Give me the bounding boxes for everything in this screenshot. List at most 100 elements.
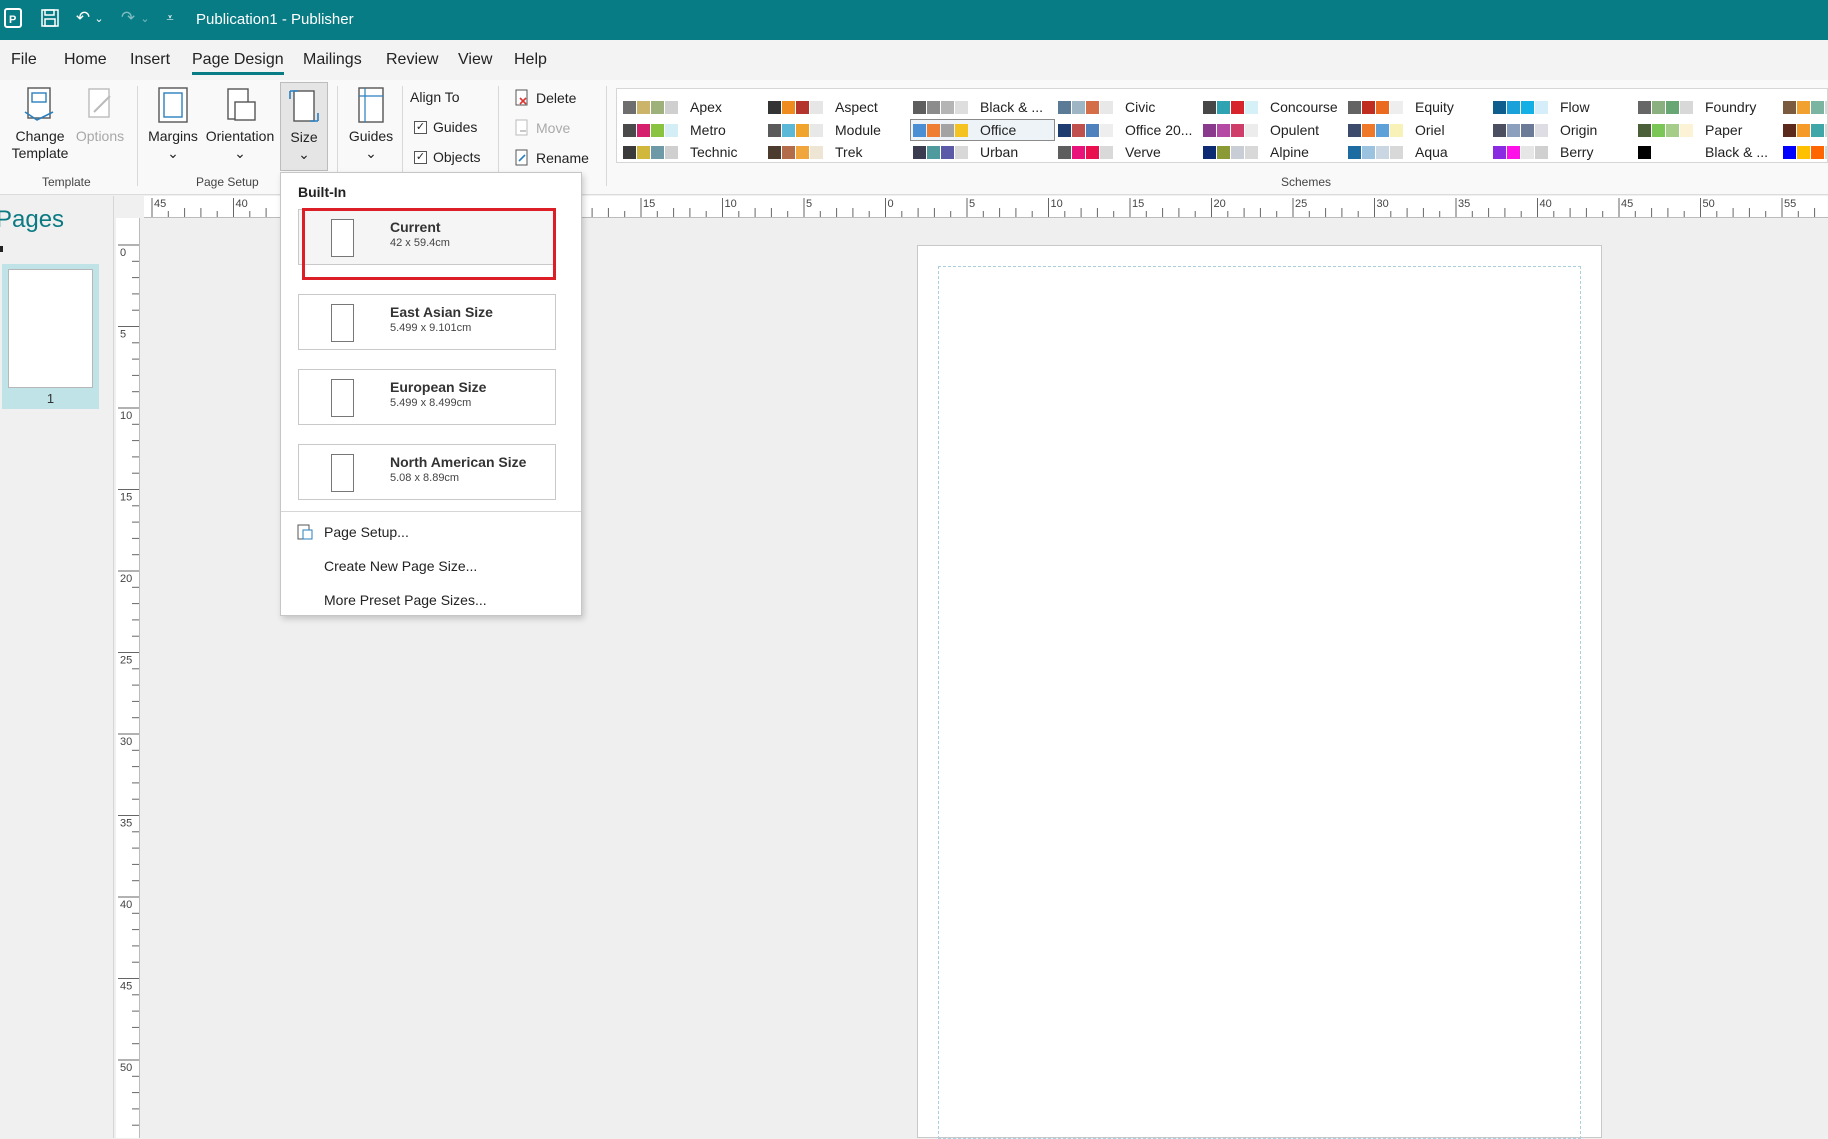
- guides-checkbox-label: Guides: [433, 119, 478, 135]
- create-new-page-size-menu-item[interactable]: Create New Page Size...: [281, 551, 581, 581]
- color-scheme-option[interactable]: Trek: [768, 142, 862, 162]
- publisher-app-icon[interactable]: P: [0, 5, 26, 31]
- color-swatch: [1638, 100, 1651, 114]
- page-size-preview-icon: [331, 379, 354, 417]
- color-scheme-option[interactable]: Verve: [1058, 142, 1161, 162]
- size-option-north-american[interactable]: North American Size 5.08 x 8.89cm: [298, 444, 556, 500]
- color-swatch: [1072, 100, 1085, 114]
- guides-check-icon: ✓: [414, 120, 427, 134]
- tab-review[interactable]: Review: [386, 51, 438, 69]
- size-option-name: European Size: [390, 379, 487, 395]
- guides-button[interactable]: Guides ⌄: [345, 86, 397, 162]
- color-scheme-option[interactable]: Module: [768, 120, 881, 140]
- color-scheme-option[interactable]: Origin: [1493, 120, 1597, 140]
- color-scheme-option[interactable]: Aspect: [768, 97, 878, 117]
- size-option-current[interactable]: Current 42 x 59.4cm: [298, 209, 556, 265]
- color-scheme-name: Civic: [1125, 99, 1156, 115]
- color-swatch: [1493, 123, 1506, 137]
- delete-label: Delete: [536, 90, 577, 106]
- color-scheme-option[interactable]: [1783, 97, 1828, 117]
- rename-page-button[interactable]: Rename: [514, 149, 589, 167]
- color-scheme-option[interactable]: Paper: [1638, 120, 1742, 140]
- color-scheme-name: Paper: [1705, 122, 1743, 138]
- color-scheme-option[interactable]: Office: [910, 119, 1055, 141]
- color-scheme-option[interactable]: Black & ...: [1638, 142, 1768, 162]
- color-scheme-option[interactable]: Oriel: [1348, 120, 1445, 140]
- color-swatch: [796, 145, 809, 159]
- tab-view[interactable]: View: [458, 51, 492, 69]
- guides-checkbox[interactable]: ✓ Guides: [414, 119, 477, 135]
- options-icon: [88, 88, 111, 118]
- tab-help[interactable]: Help: [514, 51, 547, 69]
- save-icon[interactable]: [37, 5, 63, 31]
- color-swatch: [1680, 145, 1693, 159]
- size-option-east-asian[interactable]: East Asian Size 5.499 x 9.101cm: [298, 294, 556, 350]
- page-setup-menu-item[interactable]: Page Setup...: [281, 517, 581, 547]
- tab-page-design[interactable]: Page Design: [192, 51, 284, 75]
- color-scheme-name: Opulent: [1270, 122, 1320, 138]
- create-new-page-size-label: Create New Page Size...: [324, 558, 478, 574]
- color-scheme-option[interactable]: Metro: [623, 120, 726, 140]
- color-scheme-option[interactable]: Urban: [913, 142, 1018, 162]
- color-scheme-name: Office 20...: [1125, 122, 1193, 138]
- color-scheme-option[interactable]: Foundry: [1638, 97, 1756, 117]
- color-scheme-option[interactable]: Technic: [623, 142, 737, 162]
- guides-label: Guides: [348, 128, 394, 144]
- orientation-button[interactable]: Orientation ⌄: [202, 86, 278, 162]
- more-preset-page-sizes-menu-item[interactable]: More Preset Page Sizes...: [281, 585, 581, 615]
- color-swatch: [1231, 123, 1244, 137]
- margins-button[interactable]: Margins ⌄: [144, 86, 202, 162]
- tab-file[interactable]: File: [11, 51, 37, 69]
- customize-quick-access-icon[interactable]: ⩡: [161, 5, 179, 31]
- tab-home[interactable]: Home: [64, 51, 107, 69]
- color-scheme-option[interactable]: Aqua: [1348, 142, 1448, 162]
- ruler-label: 0: [120, 247, 126, 259]
- color-swatch: [1811, 145, 1824, 159]
- tab-mailings[interactable]: Mailings: [303, 51, 362, 69]
- color-scheme-option[interactable]: Berry: [1493, 142, 1593, 162]
- color-scheme-option[interactable]: Office 20...: [1058, 120, 1192, 140]
- delete-page-button[interactable]: Delete: [514, 89, 576, 107]
- color-swatch: [1652, 123, 1665, 137]
- color-swatch: [1376, 145, 1389, 159]
- menu-divider: [281, 511, 581, 512]
- vertical-ruler[interactable]: 0 5 10 15 20 25 30 35 40 45 50: [116, 218, 140, 1138]
- color-scheme-option[interactable]: Black & ...: [913, 97, 1043, 117]
- guides-chevron-icon: ⌄: [365, 145, 377, 161]
- color-swatch: [1100, 145, 1113, 159]
- page-thumbnail-1[interactable]: 1: [2, 264, 99, 409]
- size-option-european[interactable]: European Size 5.499 x 8.499cm: [298, 369, 556, 425]
- color-scheme-option[interactable]: Equity: [1348, 97, 1454, 117]
- color-scheme-option[interactable]: Alpine: [1203, 142, 1309, 162]
- change-template-button[interactable]: Change Template: [6, 86, 74, 162]
- color-swatch: [768, 123, 781, 137]
- color-scheme-option[interactable]: Civic: [1058, 97, 1155, 117]
- color-scheme-option[interactable]: Opulent: [1203, 120, 1319, 140]
- color-swatch: [1086, 100, 1099, 114]
- objects-checkbox[interactable]: ✓ Objects: [414, 149, 480, 165]
- guides-icon: [358, 87, 384, 123]
- color-scheme-option[interactable]: [1783, 120, 1828, 140]
- color-scheme-option[interactable]: Concourse: [1203, 97, 1338, 117]
- size-option-dimensions: 5.499 x 9.101cm: [390, 322, 472, 334]
- publication-page[interactable]: [917, 245, 1602, 1139]
- color-swatch: [927, 123, 940, 137]
- color-scheme-option[interactable]: [1783, 142, 1828, 162]
- color-swatch: [1535, 145, 1548, 159]
- move-page-icon: [515, 119, 528, 136]
- size-dropdown-menu: Built-In Current 42 x 59.4cm East Asian …: [280, 172, 582, 616]
- color-swatch: [1783, 123, 1796, 137]
- color-swatch: [941, 123, 954, 137]
- color-scheme-name: Office: [980, 122, 1017, 138]
- color-swatch: [1245, 145, 1258, 159]
- size-button[interactable]: Size ⌄: [280, 82, 328, 171]
- undo-dropdown-chevron-icon[interactable]: ⌄: [92, 5, 106, 31]
- color-scheme-option[interactable]: Apex: [623, 97, 722, 117]
- tab-insert[interactable]: Insert: [130, 51, 170, 69]
- color-swatch: [1348, 123, 1361, 137]
- color-schemes-gallery: Apex Metro Technic Aspect Module Trek Black & …: [616, 88, 1828, 163]
- color-scheme-name: Flow: [1560, 99, 1590, 115]
- group-divider: [498, 86, 499, 186]
- color-scheme-option[interactable]: Flow: [1493, 97, 1590, 117]
- page-setup-group-label: Page Setup: [196, 175, 259, 189]
